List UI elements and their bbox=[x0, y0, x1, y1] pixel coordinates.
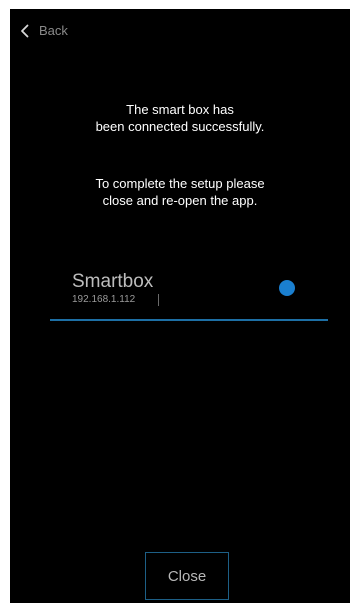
connection-status-dot bbox=[279, 280, 295, 296]
app-screen: Back The smart box has been connected su… bbox=[10, 9, 350, 603]
chevron-left-icon bbox=[20, 24, 29, 38]
success-message: The smart box has been connected success… bbox=[10, 101, 350, 135]
instruction-message-line-1: To complete the setup please bbox=[95, 176, 265, 191]
device-list-item[interactable]: Smartbox 192.168.1.112 bbox=[50, 271, 328, 321]
back-label: Back bbox=[39, 23, 68, 38]
instruction-message-line-2: close and re-open the app. bbox=[102, 193, 258, 208]
back-button[interactable]: Back bbox=[20, 23, 68, 38]
text-cursor bbox=[158, 294, 159, 306]
instruction-message: To complete the setup please close and r… bbox=[10, 175, 350, 209]
success-message-line-1: The smart box has bbox=[126, 102, 234, 117]
device-ip-address: 192.168.1.112 bbox=[72, 294, 136, 305]
close-button[interactable]: Close bbox=[145, 552, 229, 600]
success-message-line-2: been connected successfully. bbox=[95, 119, 265, 134]
device-name: Smartbox bbox=[72, 271, 154, 292]
